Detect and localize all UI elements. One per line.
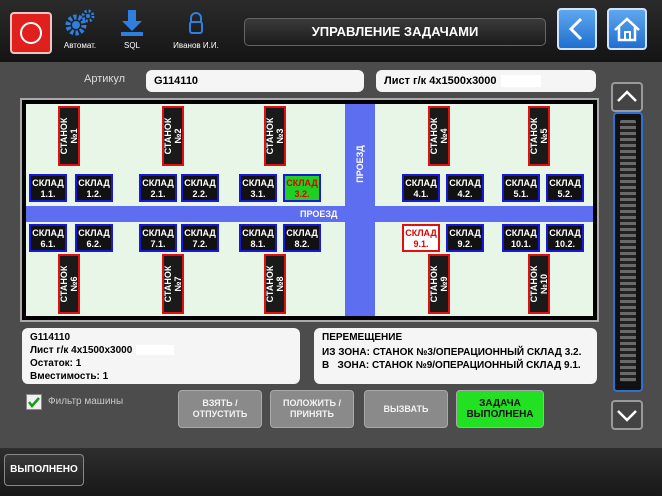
vertical-road [345, 104, 375, 316]
warehouse-4-1[interactable]: СКЛАД 4.1. [402, 174, 440, 202]
item-capacity: Вместимость: 1 [30, 371, 109, 382]
warehouse-9-2[interactable]: СКЛАД 9.2. [446, 224, 484, 252]
article-label: Артикул [84, 73, 126, 85]
machine-label: СТАНОК №5 [529, 117, 549, 155]
warehouse-7-2[interactable]: СКЛАД 7.2. [181, 224, 219, 252]
machine-label: СТАНОК №7 [163, 265, 183, 303]
machine-7[interactable]: СТАНОК №7 [162, 254, 184, 314]
warehouse-6-1[interactable]: СКЛАД 6.1. [29, 224, 67, 252]
checkmark-icon [28, 397, 40, 408]
horizontal-road-label: ПРОЕЗД [300, 209, 338, 219]
machine-8[interactable]: СТАНОК №8 [264, 254, 286, 314]
page-title: УПРАВЛЕНИЕ ЗАДАЧАМИ [244, 18, 546, 46]
machine-label: СТАНОК №9 [429, 265, 449, 303]
home-button[interactable] [607, 8, 647, 50]
user-label: Иванов И.И. [173, 41, 219, 50]
stop-icon [20, 22, 42, 44]
call-button[interactable]: ВЫЗВАТЬ [364, 390, 448, 428]
scroll-up-button[interactable] [611, 82, 643, 112]
machine-label: СТАНОК №8 [265, 265, 285, 303]
machine-6[interactable]: СТАНОК №6 [58, 254, 80, 314]
machine-label: СТАНОК №3 [265, 117, 285, 155]
take-release-button[interactable]: ВЗЯТЬ / ОТПУСТИТЬ [178, 390, 262, 428]
warehouse-5-1[interactable]: СКЛАД 5.1. [502, 174, 540, 202]
scrollbar-track[interactable] [613, 112, 643, 392]
machine-label: СТАНОК №4 [429, 117, 449, 155]
warehouse-1-2[interactable]: СКЛАД 1.2. [75, 174, 113, 202]
movement-to: В ЗОНА: СТАНОК №9/ОПЕРАЦИОННЫЙ СКЛАД 9.1… [322, 360, 581, 371]
chevron-down-icon [617, 410, 637, 422]
warehouse-8-2[interactable]: СКЛАД 8.2. [283, 224, 321, 252]
item-description-row: Лист г/к 4х1500х3000 [30, 344, 292, 357]
warehouse-1-1[interactable]: СКЛАД 1.1. [29, 174, 67, 202]
article-description-field: Лист г/к 4х1500х3000 [376, 70, 596, 92]
gears-icon [65, 9, 95, 36]
warehouse-10-1[interactable]: СКЛАД 10.1. [502, 224, 540, 252]
item-description: Лист г/к 4х1500х3000 [30, 345, 133, 356]
movement-title: ПЕРЕМЕЩЕНИЕ [322, 332, 403, 343]
scroll-down-button[interactable] [611, 400, 643, 430]
movement-from: ИЗ ЗОНА: СТАНОК №3/ОПЕРАЦИОННЫЙ СКЛАД 3.… [322, 347, 582, 358]
stop-button[interactable] [10, 12, 52, 54]
machine-1[interactable]: СТАНОК №1 [58, 106, 80, 166]
workshop-map: ПРОЕЗД ПРОЕЗД СТАНОК №1 СТАНОК №2 СТАНОК №… [20, 98, 599, 322]
auto-mode-label: Автомат. [63, 41, 97, 50]
sql-button[interactable]: SQL [104, 8, 160, 56]
machine-label: СТАНОК №2 [163, 117, 183, 155]
warehouse-4-2[interactable]: СКЛАД 4.2. [446, 174, 484, 202]
warehouse-5-2[interactable]: СКЛАД 5.2. [546, 174, 584, 202]
machine-4[interactable]: СТАНОК №4 [428, 106, 450, 166]
warehouse-3-2[interactable]: СКЛАД 3.2. [283, 174, 321, 202]
warehouse-8-1[interactable]: СКЛАД 8.1. [239, 224, 277, 252]
machine-filter-checkbox[interactable] [26, 394, 42, 410]
warehouse-3-1[interactable]: СКЛАД 3.1. [239, 174, 277, 202]
scrollbar-thumb[interactable] [620, 120, 636, 382]
download-icon [121, 10, 143, 36]
lock-icon [189, 12, 203, 34]
machine-5[interactable]: СТАНОК №5 [528, 106, 550, 166]
movement-panel: ПЕРЕМЕЩЕНИЕ ИЗ ЗОНА: СТАНОК №3/ОПЕРАЦИОН… [314, 328, 597, 384]
item-code: G114110 [30, 332, 71, 343]
sql-label: SQL [123, 41, 140, 50]
home-icon [614, 17, 640, 42]
bottom-bar [0, 448, 662, 496]
done-button[interactable]: ВЫПОЛНЕНО [4, 454, 84, 486]
item-info-panel: G114110 Лист г/к 4х1500х3000 Остаток: 1 … [22, 328, 300, 384]
machine-3[interactable]: СТАНОК №3 [264, 106, 286, 166]
task-complete-button[interactable]: ЗАДАЧА ВЫПОЛНЕНА [456, 390, 544, 428]
chevron-up-icon [617, 90, 637, 102]
machine-9[interactable]: СТАНОК №9 [428, 254, 450, 314]
article-code-field: G114110 [146, 70, 364, 92]
auto-mode-button[interactable]: Автомат. [52, 8, 108, 56]
machine-label: СТАНОК №1 [59, 117, 79, 155]
warehouse-2-1[interactable]: СКЛАД 2.1. [139, 174, 177, 202]
warehouse-6-2[interactable]: СКЛАД 6.2. [75, 224, 113, 252]
warehouse-7-1[interactable]: СКЛАД 7.1. [139, 224, 177, 252]
warehouse-2-2[interactable]: СКЛАД 2.2. [181, 174, 219, 202]
warehouse-9-1[interactable]: СКЛАД 9.1. [402, 224, 440, 252]
vertical-road-label: ПРОЕЗД [355, 145, 365, 183]
item-remainder: Остаток: 1 [30, 358, 82, 369]
machine-label: СТАНОК №10 [529, 265, 549, 303]
machine-2[interactable]: СТАНОК №2 [162, 106, 184, 166]
machine-10[interactable]: СТАНОК №10 [528, 254, 550, 314]
back-button[interactable] [557, 8, 597, 50]
machine-label: СТАНОК №6 [59, 265, 79, 303]
put-accept-button[interactable]: ПОЛОЖИТЬ / ПРИНЯТЬ [270, 390, 354, 428]
chevron-left-icon [568, 17, 583, 41]
user-button[interactable]: Иванов И.И. [168, 8, 224, 56]
article-description: Лист г/к 4х1500х3000 [384, 75, 497, 87]
machine-filter-label: Фильтр машины [48, 396, 124, 407]
warehouse-10-2[interactable]: СКЛАД 10.2. [546, 224, 584, 252]
